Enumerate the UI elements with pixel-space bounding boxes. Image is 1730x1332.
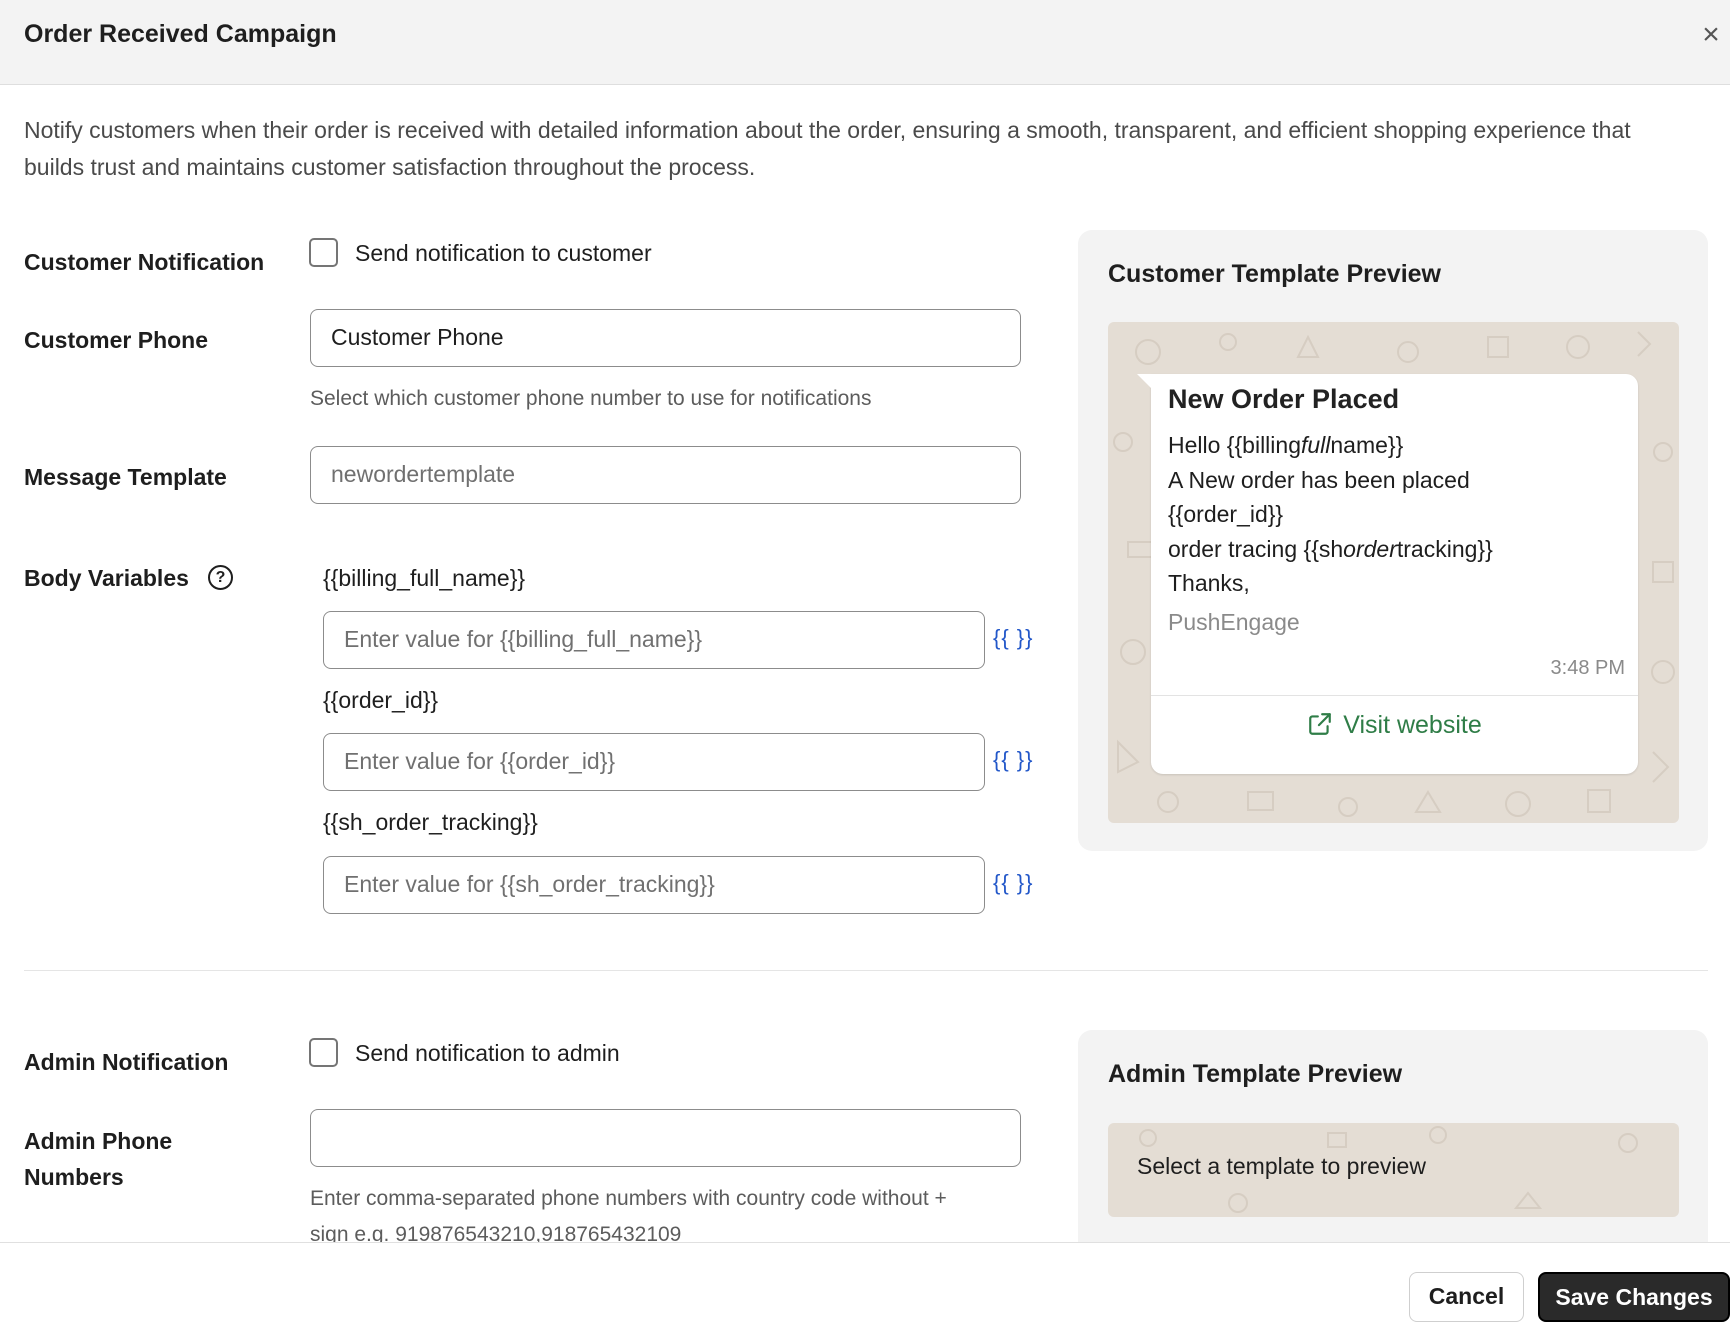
admin-notification-checkbox-label[interactable]: Send notification to admin <box>355 1040 620 1067</box>
customer-notification-label: Customer Notification <box>24 249 265 275</box>
variable-name: {{sh_order_tracking}} <box>323 809 538 835</box>
admin-preview-title: Admin Template Preview <box>1108 1060 1403 1088</box>
variable-input[interactable]: Enter value for {{sh_order_tracking}} <box>323 856 985 914</box>
admin-phone-input[interactable] <box>310 1109 1021 1167</box>
message-template-select[interactable]: newordertemplate <box>310 446 1021 504</box>
insert-variable-button[interactable]: {{ }} <box>993 870 1034 896</box>
customer-preview-title: Customer Template Preview <box>1108 260 1441 288</box>
message-body: Hello {{billingfullname}} A New order ha… <box>1168 428 1628 601</box>
visit-website-button[interactable]: Visit website <box>1151 711 1638 740</box>
variable-name: {{order_id}} <box>323 687 439 713</box>
admin-template-preview-panel: Admin Template Preview Select a template… <box>1078 1030 1708 1260</box>
variable-input[interactable]: Enter value for {{order_id}} <box>323 733 985 791</box>
message-time: 3:48 PM <box>1550 657 1625 679</box>
external-link-icon <box>1309 713 1332 735</box>
message-separator <box>1151 695 1638 696</box>
variable-name: {{billing_full_name}} <box>323 565 526 591</box>
visit-website-label: Visit website <box>1343 711 1482 739</box>
message-footer: PushEngage <box>1168 609 1300 635</box>
admin-phone-label-line2: Numbers <box>24 1164 124 1190</box>
empty-preview-text: Select a template to preview <box>1137 1153 1426 1179</box>
message-line: A New order has been placed <box>1168 466 1470 493</box>
message-bubble: New Order Placed Hello {{billingfullname… <box>1137 374 1638 774</box>
bubble-tail <box>1137 374 1151 388</box>
message-line: order tracing {{shordertracking}} <box>1168 535 1493 562</box>
message-header: New Order Placed <box>1168 384 1400 414</box>
admin-phone-help: Enter comma-separated phone numbers with… <box>310 1187 947 1210</box>
close-icon[interactable]: × <box>1698 20 1724 50</box>
customer-template-preview-panel: Customer Template Preview New Order Plac… <box>1078 230 1708 851</box>
help-icon[interactable]: ? <box>208 565 233 590</box>
modal-title: Order Received Campaign <box>24 20 337 48</box>
admin-chat-background: Select a template to preview <box>1108 1123 1679 1217</box>
admin-notification-checkbox[interactable] <box>309 1038 338 1067</box>
modal-header: Order Received Campaign × <box>0 0 1730 85</box>
customer-notification-checkbox-label[interactable]: Send notification to customer <box>355 240 652 267</box>
customer-notification-checkbox[interactable] <box>309 238 338 267</box>
insert-variable-button[interactable]: {{ }} <box>993 747 1034 773</box>
customer-phone-select[interactable]: Customer Phone <box>310 309 1021 367</box>
cancel-button[interactable]: Cancel <box>1409 1272 1524 1322</box>
variable-input[interactable]: Enter value for {{billing_full_name}} <box>323 611 985 669</box>
insert-variable-button[interactable]: {{ }} <box>993 625 1034 651</box>
message-line: {{order_id}} <box>1168 501 1284 527</box>
message-template-label: Message Template <box>24 464 227 490</box>
customer-phone-label: Customer Phone <box>24 327 209 353</box>
campaign-description: Notify customers when their order is rec… <box>24 117 1631 180</box>
save-changes-button[interactable]: Save Changes <box>1538 1272 1730 1322</box>
customer-phone-help: Select which customer phone number to us… <box>310 387 872 410</box>
message-line: Thanks, <box>1168 570 1250 596</box>
admin-notification-label: Admin Notification <box>24 1049 229 1075</box>
body-variables-label: Body Variables <box>24 565 189 591</box>
section-divider <box>24 970 1708 971</box>
message-line: Hello {{billingfullname}} <box>1168 432 1404 458</box>
chat-background: New Order Placed Hello {{billingfullname… <box>1108 322 1679 823</box>
admin-phone-label: Admin Phone <box>24 1128 173 1154</box>
